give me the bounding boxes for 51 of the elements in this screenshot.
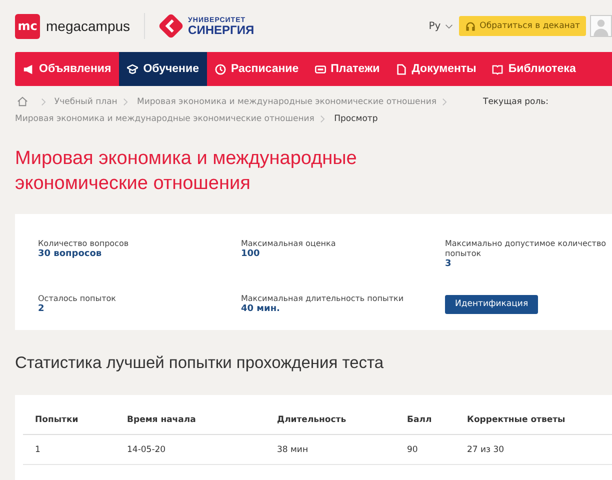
page-title: Мировая экономика и международные экономические отношения [15,147,358,196]
current-role-label: Текущая роль: [483,96,549,109]
info-label: Максимально допустимое количество попыток [445,239,608,259]
nav-tab[interactable]: Библиотека [484,52,584,86]
university-name: СИНЕРГИЯ [188,24,254,36]
breadcrumb-link[interactable]: Мировая экономика и международные экономические отношения [15,114,314,124]
section-heading: Статистика лучшей попытки прохождения теста [15,354,385,373]
info-value: 3 [445,259,452,270]
info-value: 30 вопросов [38,249,103,260]
chevron-icon [442,98,448,106]
breadcrumb-link[interactable]: Учебный план [54,97,118,107]
home-icon[interactable] [17,96,28,108]
column-header: Время начала [127,414,197,424]
ticket-icon [314,64,326,74]
nav-tab[interactable]: Документы [388,52,484,86]
info-label: Максимальная оценка [241,239,337,249]
nav-tab[interactable]: Расписание [206,52,307,86]
table-cell-text: 14-05-20 [127,444,167,454]
caret-icon [444,24,453,28]
brand-name: megacampus [46,18,130,34]
info-value: 40 мин. [241,304,281,314]
table-cell-text: 1 [35,444,42,454]
column-header: Балл [407,414,433,424]
breadcrumb-link[interactable]: Мировая экономика и международные экономические отношения [137,97,436,107]
headset-icon [464,20,476,32]
brand-logo[interactable]: mc [15,14,40,38]
megaphone-icon [23,64,34,74]
language-selector[interactable]: Ру [428,20,453,32]
info-label: Количество вопросов [38,239,130,249]
contact-dean-button[interactable]: Обратиться в деканат [458,16,586,36]
graduation-cap-icon [127,64,138,74]
document-icon [396,64,407,74]
nav-tab[interactable]: Платежи [306,52,388,86]
info-label: Осталось попыток [38,294,117,304]
chevron-icon [320,114,326,123]
book-icon [492,64,504,74]
column-header: Попытки [35,414,80,424]
info-label: Максимальная длительность попытки [241,294,405,304]
chevron-icon [40,98,46,106]
column-header: Корректные ответы [467,414,566,424]
table-cell-text: 27 из 30 [467,444,506,454]
table-cell-text: 90 [407,444,419,454]
nav-tab[interactable]: Объявления [15,52,120,86]
nav-tab[interactable]: Обучение [119,52,207,86]
column-header: Длительность [277,414,348,424]
info-value: 100 [241,249,261,260]
clock-icon [214,64,226,74]
info-value: 2 [38,304,46,314]
table-cell-text: 38 мин [277,444,310,454]
chevron-icon [123,98,128,106]
identification-button[interactable]: Идентификация [445,294,538,314]
